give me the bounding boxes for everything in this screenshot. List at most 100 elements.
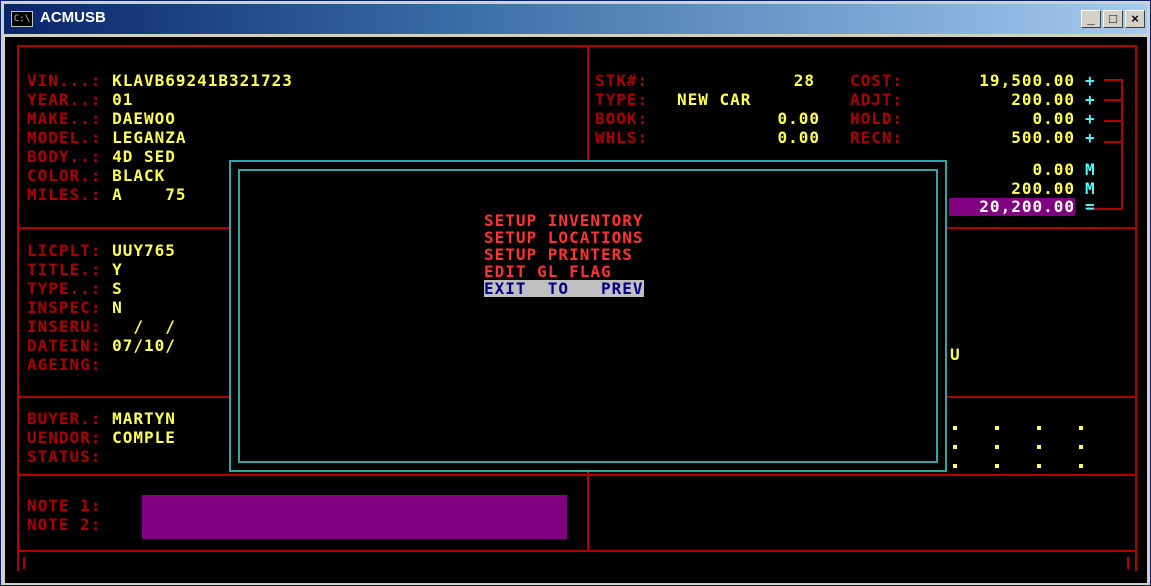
inspec-value[interactable]: N xyxy=(112,298,123,317)
adjt-label: ADJT: xyxy=(850,90,904,109)
adjt-op: + xyxy=(1085,90,1096,109)
vendor-row: UENDOR: COMPLE xyxy=(27,429,176,446)
status-row: STATUS: xyxy=(27,448,112,465)
inserv-value[interactable]: / / xyxy=(112,317,176,336)
color-label: COLOR.: xyxy=(27,166,102,185)
cost-value[interactable]: 19,500.00 xyxy=(949,72,1075,89)
stocktype-value[interactable]: NEW CAR xyxy=(677,91,751,108)
divider-4 xyxy=(17,550,1137,552)
title-bar[interactable]: C:\ ACMUSB _ □ × xyxy=(4,4,1147,34)
frame-left xyxy=(17,45,19,571)
misc2-op: M xyxy=(1085,179,1096,198)
buyer-label: BUYER.: xyxy=(27,409,102,428)
title-row: TITLE.: Y xyxy=(27,261,123,278)
vendor-value[interactable]: COMPLE xyxy=(112,428,176,447)
inserv-row: INSERU: / / xyxy=(27,318,176,335)
vendor-label: UENDOR: xyxy=(27,428,102,447)
recn-value[interactable]: 500.00 xyxy=(949,129,1075,146)
recn-label: RECN: xyxy=(850,128,904,147)
title-value[interactable]: Y xyxy=(112,260,123,279)
minimize-button[interactable]: _ xyxy=(1081,10,1101,28)
misc2-value[interactable]: 200.00 xyxy=(949,180,1075,197)
hold-value[interactable]: 0.00 xyxy=(949,110,1075,127)
body-label: BODY..: xyxy=(27,147,102,166)
model-label: MODEL.: xyxy=(27,128,102,147)
vin-label: VIN...: xyxy=(27,71,102,90)
placeholder-dot xyxy=(1079,445,1083,449)
window-title: ACMUSB xyxy=(40,9,106,26)
inserv-label: INSERU: xyxy=(27,317,102,336)
setup-menu: SETUP INVENTORY SETUP LOCATIONS SETUP PR… xyxy=(484,212,644,297)
color-row: COLOR.: BLACK xyxy=(27,167,165,184)
menu-item-setup-locations[interactable]: SETUP LOCATIONS xyxy=(484,229,644,246)
adjt-value[interactable]: 200.00 xyxy=(949,91,1075,108)
hold-op: + xyxy=(1085,109,1096,128)
maximize-button[interactable]: □ xyxy=(1103,10,1123,28)
body-row: BODY..: 4D SED xyxy=(27,148,176,165)
buyer-row: BUYER.: MARTYN xyxy=(27,410,176,427)
cost-label: COST: xyxy=(850,71,904,90)
make-row: MAKE..: DAEWOO xyxy=(27,110,176,127)
datein-label: DATEIN: xyxy=(27,336,102,355)
stocktype-label: TYPE: xyxy=(595,90,649,109)
placeholder-dot xyxy=(953,426,957,430)
note2-label: NOTE 2: xyxy=(27,515,102,534)
placeholder-dot xyxy=(995,464,999,468)
vin-row: VIN...: KLAVB69241B321723 xyxy=(27,72,293,89)
whls-value[interactable]: 0.00 xyxy=(745,129,820,146)
menu-item-setup-printers[interactable]: SETUP PRINTERS xyxy=(484,246,644,263)
year-row: YEAR..: 01 xyxy=(27,91,133,108)
frame-corner-right xyxy=(1127,557,1129,569)
menu-item-edit-gl-flag[interactable]: EDIT GL FLAG xyxy=(484,263,644,280)
console-window: C:\ ACMUSB _ □ × VIN...: KLAVB69241B3217… xyxy=(0,0,1151,586)
regtype-value[interactable]: S xyxy=(112,279,123,298)
sum-tick-2 xyxy=(1104,99,1122,101)
menu-item-setup-inventory[interactable]: SETUP INVENTORY xyxy=(484,212,644,229)
frame-corner-left xyxy=(23,557,25,569)
placeholder-dot xyxy=(995,426,999,430)
buyer-value[interactable]: MARTYN xyxy=(112,409,176,428)
misc1-op: M xyxy=(1085,160,1096,179)
divider-3 xyxy=(17,474,1137,476)
right-date-tail[interactable]: U xyxy=(950,346,961,363)
licplt-value[interactable]: UUY765 xyxy=(112,241,176,260)
miles-label: MILES.: xyxy=(27,185,102,204)
menu-item-exit-to-prev[interactable]: EXIT TO PREV xyxy=(484,280,644,297)
setup-menu-dialog: SETUP INVENTORY SETUP LOCATIONS SETUP PR… xyxy=(229,160,947,472)
ageing-row: AGEING: xyxy=(27,356,112,373)
misc1-value[interactable]: 0.00 xyxy=(949,161,1075,178)
sum-tick-1 xyxy=(1104,79,1122,81)
book-label: BOOK: xyxy=(595,109,649,128)
color-value[interactable]: BLACK xyxy=(112,166,165,185)
miles-row: MILES.: A 75 xyxy=(27,186,187,203)
placeholder-dot xyxy=(953,464,957,468)
make-value[interactable]: DAEWOO xyxy=(112,109,176,128)
sum-tick-4 xyxy=(1104,141,1122,143)
placeholder-dot xyxy=(953,445,957,449)
licplt-row: LICPLT: UUY765 xyxy=(27,242,176,259)
body-value[interactable]: 4D SED xyxy=(112,147,176,166)
placeholder-dot xyxy=(1037,464,1041,468)
year-value[interactable]: 01 xyxy=(112,90,133,109)
title-label: TITLE.: xyxy=(27,260,102,279)
hold-label: HOLD: xyxy=(850,109,904,128)
console-screen[interactable]: VIN...: KLAVB69241B321723 YEAR..: 01 MAK… xyxy=(5,37,1147,583)
year-label: YEAR..: xyxy=(27,90,102,109)
placeholder-dot xyxy=(995,445,999,449)
miles-value[interactable]: A 75 xyxy=(112,185,186,204)
placeholder-dot xyxy=(1079,464,1083,468)
total-value[interactable]: 20,200.00 xyxy=(949,198,1075,215)
inspec-row: INSPEC: N xyxy=(27,299,123,316)
console-app-icon[interactable]: C:\ xyxy=(11,11,33,27)
book-value[interactable]: 0.00 xyxy=(745,110,820,127)
inspec-label: INSPEC: xyxy=(27,298,102,317)
total-op: = xyxy=(1085,197,1096,216)
frame-top xyxy=(17,45,1137,47)
close-button[interactable]: × xyxy=(1125,10,1145,28)
datein-value[interactable]: 07/10/ xyxy=(112,336,176,355)
vin-value[interactable]: KLAVB69241B321723 xyxy=(112,71,293,90)
placeholder-dot xyxy=(1037,426,1041,430)
notes-input[interactable] xyxy=(142,495,567,539)
model-value[interactable]: LEGANZA xyxy=(112,128,186,147)
stk-value[interactable]: 28 xyxy=(775,72,815,89)
